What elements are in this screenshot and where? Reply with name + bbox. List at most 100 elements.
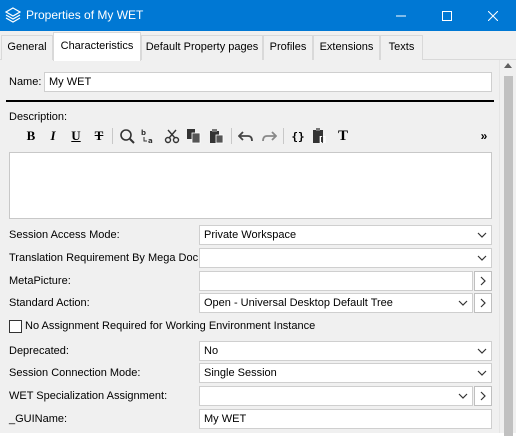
code-button[interactable]: {} [288,126,308,146]
deprecated-dropdown[interactable]: No [199,341,492,361]
double-chevron-right-icon: » [480,129,488,143]
tab-characteristics[interactable]: Characteristics [53,32,141,61]
strikethrough-button[interactable]: T [89,126,109,146]
undo-button[interactable] [236,126,256,146]
strikethrough-icon: T [94,128,104,143]
deprecated-label: Deprecated: [9,345,69,357]
translation-requirement-dropdown[interactable] [199,248,492,268]
name-label: Name: [9,76,42,88]
replace-button[interactable]: ba [139,126,159,146]
copy-icon [187,129,201,144]
name-value: My WET [49,76,92,88]
session-connection-mode-value: Single Session [204,367,277,379]
metapicture-browse-button[interactable] [474,271,492,291]
translation-requirement-label: Translation Requirement By Mega Doc: [9,252,202,264]
metapicture-input[interactable] [199,271,473,291]
no-assignment-label: No Assignment Required for Working Envir… [25,320,316,332]
deprecated-value: No [204,345,219,357]
redo-icon [262,131,277,142]
tab-general[interactable]: General [1,35,53,60]
window-title: Properties of My WET [26,8,144,22]
find-icon [120,129,135,144]
cut-icon [164,129,180,144]
standard-action-dropdown[interactable]: Open - Universal Desktop Default Tree [199,293,473,313]
paste-button[interactable] [206,126,226,146]
tab-profiles[interactable]: Profiles [263,35,313,60]
cut-button[interactable] [162,126,182,146]
chevron-right-icon [480,298,486,308]
close-button[interactable] [470,0,516,31]
replace-icon: ba [141,129,153,144]
svg-text:b: b [141,129,146,137]
standard-action-value: Open - Universal Desktop Default Tree [204,297,393,309]
tab-extensions[interactable]: Extensions [313,35,380,60]
toolbar-separator [112,128,113,144]
bold-button[interactable]: B [21,126,41,146]
toolbar-separator [231,128,232,144]
tab-label: Texts [388,41,415,53]
wet-specialization-dropdown[interactable] [199,386,473,406]
tab-label: Profiles [269,41,307,53]
chevron-down-icon [477,370,487,376]
svg-text:[]: [] [319,135,326,144]
redo-button[interactable] [259,126,279,146]
text-icon: T [337,127,348,144]
chevron-down-icon [477,348,487,354]
wet-specialization-browse-button[interactable] [474,386,492,406]
session-connection-mode-label: Session Connection Mode: [9,367,141,379]
session-access-mode-value: Private Workspace [204,229,297,241]
tab-strip: General Characteristics Default Property… [0,31,516,61]
standard-action-label: Standard Action: [9,297,90,309]
field-button[interactable]: [] [310,126,330,146]
guiname-input[interactable]: My WET [199,409,492,429]
tab-label: Extensions [319,41,374,53]
stack-layers-icon [4,7,22,23]
scrollbar-thumb[interactable] [504,76,513,436]
field-icon: [] [313,128,326,144]
tab-texts[interactable]: Texts [380,35,423,60]
braces-icon: {} [291,129,305,143]
italic-button[interactable]: I [43,126,63,146]
chevron-down-icon [458,300,468,306]
session-connection-mode-dropdown[interactable]: Single Session [199,363,492,383]
tab-label: Default Property pages [145,41,259,53]
tab-label: Characteristics [60,40,134,52]
no-assignment-checkbox[interactable] [9,320,22,333]
italic-icon: I [50,128,56,143]
standard-action-browse-button[interactable] [474,293,492,313]
chevron-down-icon [477,232,487,238]
svg-text:a: a [148,137,153,144]
toolbar-separator [283,128,284,144]
session-access-mode-dropdown[interactable]: Private Workspace [199,225,492,245]
undo-icon [238,131,253,142]
scroll-up-icon[interactable] [504,63,512,68]
paste-icon [210,129,224,144]
chevron-down-icon [458,393,468,399]
bold-icon: B [26,128,36,143]
underline-button[interactable]: U [66,126,86,146]
tab-default-property-pages[interactable]: Default Property pages [141,35,263,60]
vertical-scrollbar[interactable] [499,60,516,436]
close-icon [488,10,498,21]
description-label: Description: [9,111,68,123]
minimize-icon [396,15,406,16]
toolbar-overflow-button[interactable]: » [474,126,494,146]
guiname-label: _GUIName: [9,413,68,425]
text-button[interactable]: T [333,126,353,146]
copy-button[interactable] [184,126,204,146]
minimize-button[interactable] [378,0,424,31]
guiname-value: My WET [204,413,247,425]
separator-line [6,100,494,102]
maximize-icon [442,10,452,21]
underline-icon: U [71,128,81,143]
chevron-right-icon [480,391,486,401]
session-access-mode-label: Session Access Mode: [9,229,120,241]
description-editor[interactable] [9,152,492,219]
chevron-down-icon [477,255,487,261]
tab-label: General [7,41,47,53]
maximize-button[interactable] [424,0,470,31]
rich-text-toolbar: B I U T ba {} [] T » [8,126,494,148]
name-input[interactable]: My WET [44,72,492,92]
chevron-right-icon [480,276,486,286]
find-button[interactable] [117,126,137,146]
